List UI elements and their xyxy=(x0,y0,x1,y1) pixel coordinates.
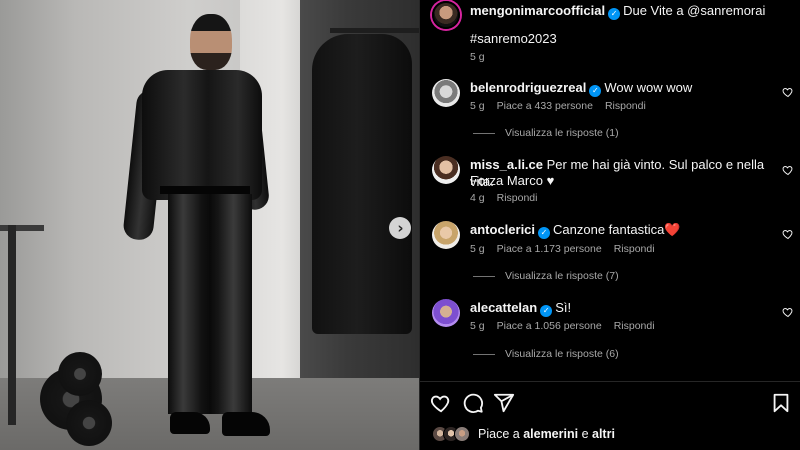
replies-divider xyxy=(473,275,495,277)
liker-avatars xyxy=(432,426,472,442)
comment-text-continued: Forza Marco ♥ xyxy=(470,173,555,188)
like-comment-heart-icon[interactable] xyxy=(782,164,794,176)
comment-meta: 5 g Piace a 1.173 persone Rispondi xyxy=(470,243,655,255)
likes-conjunction: e xyxy=(581,427,589,441)
likes-others[interactable]: altri xyxy=(592,427,615,441)
reply-button[interactable]: Rispondi xyxy=(605,100,646,112)
caption: mengonimarcoofficial ✓ Due Vite a @sanremo… xyxy=(470,2,790,20)
view-replies-button[interactable]: Visualizza le risposte (7) xyxy=(473,270,619,282)
actions-divider xyxy=(420,381,800,382)
replies-divider xyxy=(473,132,495,134)
comment-avatar[interactable] xyxy=(432,156,460,184)
comment-username[interactable]: miss_a.li.ce xyxy=(470,157,543,172)
comment-username[interactable]: antoclerici xyxy=(470,222,535,237)
view-replies-label: Visualizza le risposte (6) xyxy=(505,348,619,360)
post-photo[interactable]: › xyxy=(0,0,419,450)
photo-person xyxy=(122,10,271,450)
caption-time: 5 g xyxy=(470,51,485,63)
comment: belenrodriguezreal ✓ Wow wow wow xyxy=(470,79,790,97)
likes-first-user[interactable]: alemerini xyxy=(523,427,578,441)
photo-person-belt xyxy=(160,186,250,194)
likes-summary-text: Piace a alemerini e altri xyxy=(478,427,615,441)
view-replies-button[interactable]: Visualizza le risposte (6) xyxy=(473,348,619,360)
author-username[interactable]: mengonimarcoofficial xyxy=(470,3,605,18)
comments-pane: mengonimarcoofficial ✓ Due Vite a @sanremo… xyxy=(419,0,800,450)
comment: antoclerici ✓ Canzone fantastica❤️ xyxy=(470,221,790,239)
view-replies-button[interactable]: Visualizza le risposte (1) xyxy=(473,127,619,139)
likes-summary[interactable]: Piace a alemerini e altri xyxy=(432,426,615,442)
comment-text: Canzone fantastica❤️ xyxy=(553,222,681,237)
post-action-bar xyxy=(430,392,792,414)
comment-avatar[interactable] xyxy=(432,79,460,107)
comment: alecattelan ✓ Sì! xyxy=(470,299,790,317)
comment-username[interactable]: alecattelan xyxy=(470,300,537,315)
likes-prefix: Piace a xyxy=(478,427,520,441)
photo-person-shoe-right xyxy=(222,412,270,436)
author-avatar[interactable] xyxy=(432,1,460,29)
bookmark-icon[interactable] xyxy=(770,392,792,414)
photo-person-trousers xyxy=(168,194,252,414)
comment-time: 4 g xyxy=(470,192,485,204)
comment-time: 5 g xyxy=(470,100,485,112)
like-comment-heart-icon[interactable] xyxy=(782,306,794,318)
photo-person-jacket xyxy=(142,70,262,200)
comment-text: Sì! xyxy=(555,300,572,315)
photo-person-head xyxy=(190,14,232,70)
comment-text: Wow wow wow xyxy=(604,80,693,95)
view-replies-label: Visualizza le risposte (7) xyxy=(505,270,619,282)
comment-time: 5 g xyxy=(470,320,485,332)
photo-hanging-coat xyxy=(312,34,412,334)
replies-divider xyxy=(473,353,495,355)
photo-clothes-rail xyxy=(330,28,419,33)
view-replies-label: Visualizza le risposte (1) xyxy=(505,127,619,139)
photo-weight-plate xyxy=(58,352,102,396)
liker-avatar xyxy=(454,426,470,442)
photo-weight-plate xyxy=(66,400,112,446)
reply-button[interactable]: Rispondi xyxy=(614,320,655,332)
comment-username[interactable]: belenrodriguezreal xyxy=(470,80,586,95)
comment-meta: 5 g Piace a 1.056 persone Rispondi xyxy=(470,320,655,332)
like-comment-heart-icon[interactable] xyxy=(782,228,794,240)
photo-person-shoe-left xyxy=(170,412,210,434)
comment-likes[interactable]: Piace a 1.173 persone xyxy=(497,243,602,255)
reply-button[interactable]: Rispondi xyxy=(614,243,655,255)
share-icon[interactable] xyxy=(493,392,515,414)
reply-button[interactable]: Rispondi xyxy=(497,192,538,204)
chevron-right-icon: › xyxy=(397,218,404,237)
comment-meta: 4 g Rispondi xyxy=(470,192,537,204)
verified-icon: ✓ xyxy=(538,227,551,239)
caption-hashtag[interactable]: #sanremo2023 xyxy=(470,30,790,47)
like-comment-heart-icon[interactable] xyxy=(782,86,794,98)
comment-icon[interactable] xyxy=(462,392,484,414)
comment-likes[interactable]: Piace a 1.056 persone xyxy=(497,320,602,332)
verified-icon: ✓ xyxy=(540,305,553,317)
comment-avatar[interactable] xyxy=(432,299,460,327)
heart-icon[interactable] xyxy=(430,392,452,414)
comment-avatar[interactable] xyxy=(432,221,460,249)
comment-meta: 5 g Piace a 433 persone Rispondi xyxy=(470,100,646,112)
photo-weight-rack xyxy=(8,225,38,425)
caption-text: Due Vite a @sanremorai xyxy=(623,3,766,18)
comment-time: 5 g xyxy=(470,243,485,255)
verified-icon: ✓ xyxy=(589,85,602,97)
next-photo-button[interactable]: › xyxy=(389,217,411,239)
verified-icon: ✓ xyxy=(608,8,621,20)
comment-likes[interactable]: Piace a 433 persone xyxy=(497,100,593,112)
caption-time-text: 5 g xyxy=(470,51,485,63)
